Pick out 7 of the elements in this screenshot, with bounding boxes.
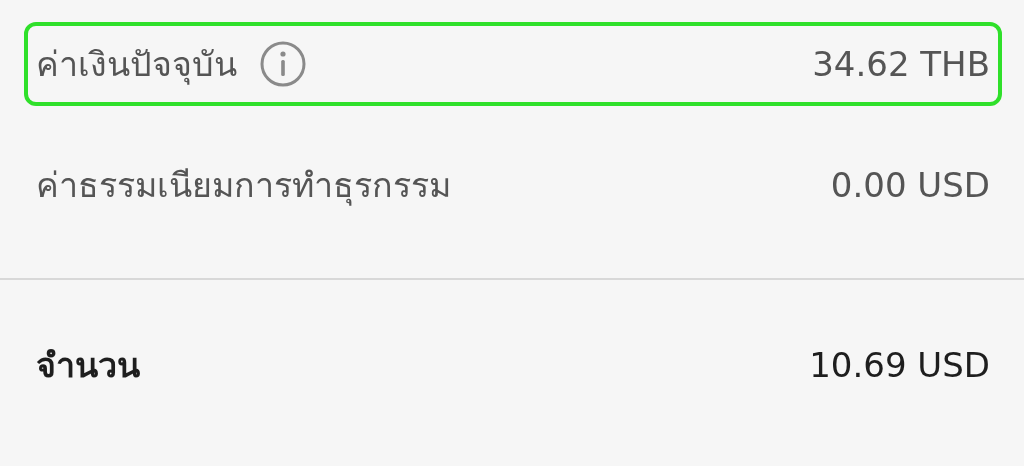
row-value: 34.62 THB [812,44,990,84]
row-label: ค่าเงินปัจจุบัน [36,43,237,87]
total-label: จำนวน [36,344,140,387]
total-value: 10.69 USD [809,345,990,385]
info-icon[interactable] [259,40,307,88]
row-label: ค่าธรรมเนียมการทำธุรกรรม [36,164,451,208]
row-value: 0.00 USD [830,165,990,205]
